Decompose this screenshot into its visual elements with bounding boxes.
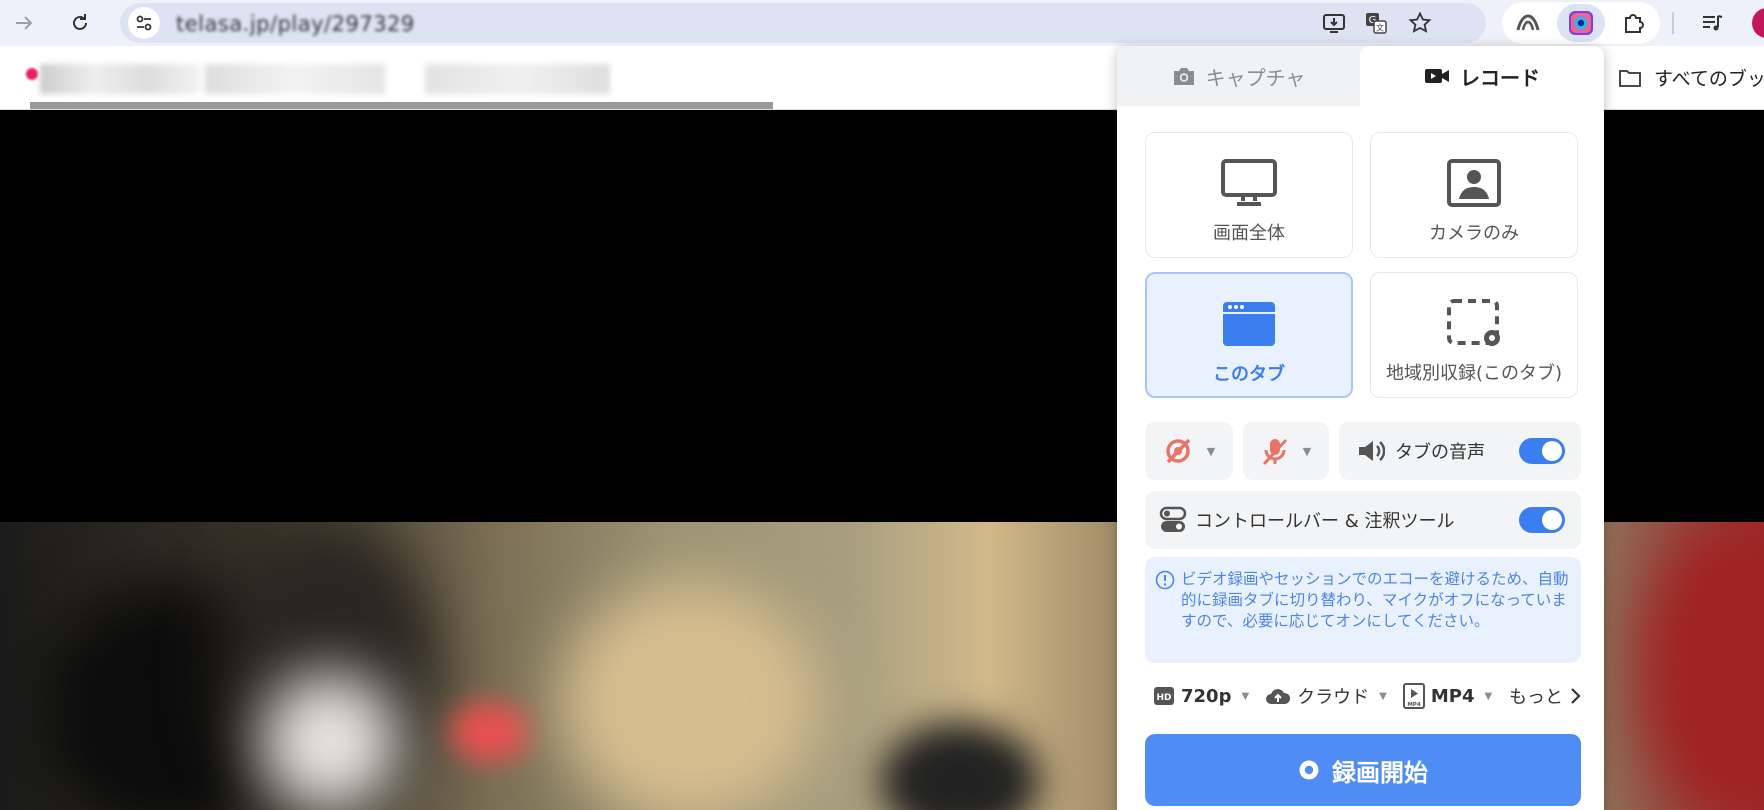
mode-full-screen[interactable]: 画面全体 xyxy=(1145,132,1353,258)
star-icon xyxy=(1408,11,1432,33)
all-bookmarks-label: すべてのブック xyxy=(1654,68,1764,90)
extensions-group xyxy=(1502,2,1660,44)
format-value: MP4 xyxy=(1430,685,1475,707)
tab-capture-label: キャプチャ xyxy=(1205,65,1306,90)
tab-audio-row: タブの音声 xyxy=(1339,422,1581,480)
recorder-popup: キャプチャ レコード 画面全体 カメラのみ このタブ 地域別収録(このタブ) ▼ xyxy=(1117,46,1604,810)
reload-icon xyxy=(73,14,87,30)
info-icon xyxy=(1155,570,1175,590)
svg-text:文: 文 xyxy=(1376,23,1384,33)
puzzle-icon xyxy=(1625,14,1644,33)
microphone-off-icon xyxy=(1262,438,1287,466)
chevron-down-icon: ▼ xyxy=(1302,444,1312,458)
microphone-toggle-dropdown[interactable]: ▼ xyxy=(1243,422,1329,480)
controlbar-toggle[interactable] xyxy=(1519,507,1565,533)
svg-text:HD: HD xyxy=(1156,693,1171,703)
mode-camera-only-label: カメラのみ xyxy=(1429,223,1519,244)
cloud-upload-icon xyxy=(1266,689,1291,704)
camera-portrait-icon xyxy=(1447,159,1501,207)
address-bar[interactable]: telasa.jp/play/297329 G文 xyxy=(120,3,1486,43)
region-select-icon xyxy=(1447,299,1500,346)
camera-off-icon xyxy=(1166,438,1191,464)
tab-record-label: レコード xyxy=(1460,65,1540,90)
bookmark-item-blurred[interactable] xyxy=(40,64,200,94)
start-recording-label: 録画開始 xyxy=(1332,758,1428,787)
toolbar-divider xyxy=(1672,12,1674,34)
mode-camera-only[interactable]: カメラのみ xyxy=(1370,132,1578,258)
mp4-file-icon: MP4 xyxy=(1402,683,1425,709)
camera-icon xyxy=(1173,68,1194,85)
forward-button[interactable] xyxy=(8,7,40,39)
mode-this-tab[interactable]: このタブ xyxy=(1145,272,1353,398)
tune-icon xyxy=(136,15,152,31)
install-icon xyxy=(1323,14,1345,33)
monitor-icon xyxy=(1221,159,1277,206)
mode-region-this-tab[interactable]: 地域別収録(このタブ) xyxy=(1370,272,1578,398)
install-app-button[interactable] xyxy=(1318,7,1350,39)
tab-capture[interactable]: キャプチャ xyxy=(1117,46,1360,106)
hd-icon: HD xyxy=(1154,687,1174,705)
extension-a-button[interactable] xyxy=(1512,7,1544,39)
recorder-logo-icon xyxy=(1569,11,1593,35)
video-camera-icon xyxy=(1425,69,1449,83)
folder-icon xyxy=(1619,69,1641,87)
more-options-label: もっと xyxy=(1509,687,1563,708)
chevron-down-icon: ▼ xyxy=(1484,690,1493,702)
info-notice: ビデオ録画やセッションでのエコーを避けるため、自動的に録画タブに切り替わり、マイ… xyxy=(1145,557,1581,663)
tab-audio-toggle[interactable] xyxy=(1519,438,1565,464)
chevron-down-icon: ▼ xyxy=(1379,690,1387,702)
mode-full-screen-label: 画面全体 xyxy=(1213,223,1285,244)
mode-region-this-tab-label: 地域別収録(このタブ) xyxy=(1385,363,1563,384)
arrow-right-icon xyxy=(16,16,33,30)
url-text: telasa.jp/play/297329 xyxy=(176,12,415,36)
recording-options: HD 720p ▼ クラウド ▼ MP4 MP4 ▼ もっと xyxy=(1145,678,1581,714)
popup-tabbar: キャプチャ レコード xyxy=(1117,46,1604,106)
toggles-icon xyxy=(1159,506,1187,532)
translate-icon: G文 xyxy=(1366,13,1387,34)
resolution-dropdown[interactable]: HD 720p ▼ xyxy=(1153,686,1249,707)
resolution-value: 720p xyxy=(1181,685,1232,707)
more-options-button[interactable]: もっと xyxy=(1509,683,1581,709)
extension-a-icon xyxy=(1516,14,1540,31)
bookmark-item-blurred[interactable] xyxy=(205,64,385,94)
svg-text:MP4: MP4 xyxy=(1407,702,1421,708)
controlbar-row: コントロールバー & 注釈ツール xyxy=(1145,491,1581,549)
screen-recorder-extension-button[interactable] xyxy=(1557,4,1605,42)
speaker-icon xyxy=(1359,441,1385,461)
controlbar-label: コントロールバー & 注釈ツール xyxy=(1195,511,1455,532)
browser-tab-icon xyxy=(1223,302,1275,346)
bookmark-star-button[interactable] xyxy=(1404,7,1436,39)
tab-record[interactable]: レコード xyxy=(1360,46,1604,106)
camera-toggle-dropdown[interactable]: ▼ xyxy=(1145,422,1233,480)
mode-this-tab-label: このタブ xyxy=(1213,364,1285,385)
info-notice-text: ビデオ録画やセッションでのエコーを避けるため、自動的に録画タブに切り替わり、マイ… xyxy=(1181,570,1569,630)
chevron-right-icon xyxy=(1571,688,1581,704)
storage-value: クラウド xyxy=(1297,687,1370,708)
record-dot-icon xyxy=(1299,760,1319,780)
all-bookmarks-folder[interactable]: すべてのブック xyxy=(1618,64,1764,91)
browser-toolbar: telasa.jp/play/297329 G文 xyxy=(0,0,1764,46)
bookmark-item-blurred[interactable] xyxy=(425,64,610,94)
reload-button[interactable] xyxy=(64,7,96,39)
start-recording-button[interactable]: 録画開始 xyxy=(1145,734,1581,806)
format-dropdown[interactable]: MP4 MP4 ▼ xyxy=(1402,683,1493,709)
profile-avatar[interactable] xyxy=(1752,8,1764,38)
chevron-down-icon: ▼ xyxy=(1206,444,1216,458)
media-control-button[interactable] xyxy=(1696,7,1728,39)
translate-button[interactable]: G文 xyxy=(1360,7,1392,39)
tab-audio-label: タブの音声 xyxy=(1395,442,1485,463)
storage-dropdown[interactable]: クラウド ▼ xyxy=(1265,683,1387,709)
queue-music-icon xyxy=(1703,15,1723,31)
extensions-button[interactable] xyxy=(1618,7,1650,39)
site-settings-button[interactable] xyxy=(128,7,160,39)
chevron-down-icon: ▼ xyxy=(1241,690,1250,702)
loading-bar xyxy=(30,102,773,109)
bookmark-favicon xyxy=(26,68,38,80)
